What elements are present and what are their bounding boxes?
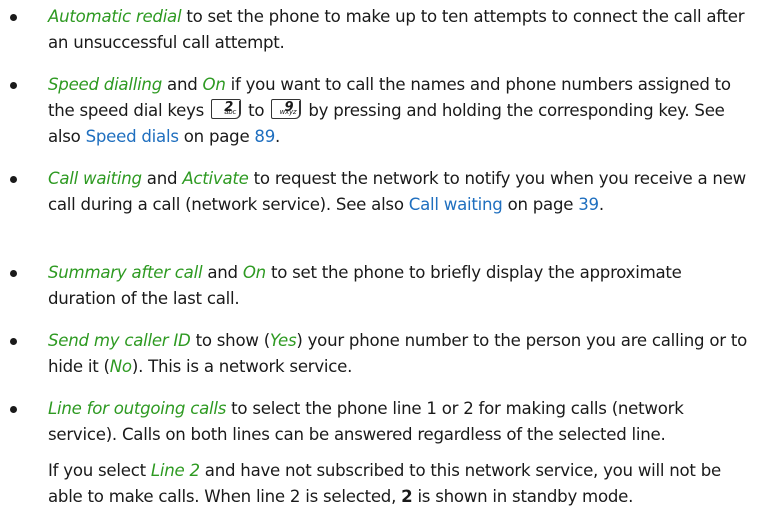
menu-term: Automatic redial <box>48 7 182 26</box>
option-term: On <box>202 75 226 94</box>
list-item-speed-dialling: Speed dialling and On if you want to cal… <box>10 72 753 150</box>
bullet <box>10 176 17 183</box>
menu-term: Send my caller ID <box>48 331 191 350</box>
key-9-icon: 9 wxyz <box>271 99 302 119</box>
menu-term: Call waiting <box>48 169 142 188</box>
bullet <box>10 14 17 21</box>
list-item-summary-after-call: Summary after call and On to set the pho… <box>10 260 753 312</box>
option-line-2: Line 2 <box>150 461 200 480</box>
item-text: ). This is a network service. <box>131 357 353 376</box>
bullet <box>10 82 17 89</box>
line-indicator: 2 <box>401 487 413 506</box>
list-item-line-for-outgoing-calls: Line for outgoing calls to select the ph… <box>10 396 753 510</box>
list-item-call-waiting: Call waiting and Activate to request the… <box>10 166 753 218</box>
key-2-icon: 2 abc <box>211 99 242 119</box>
document-page: Automatic redial to set the phone to mak… <box>0 0 761 516</box>
bullet <box>10 406 17 413</box>
option-no: No <box>109 357 132 376</box>
bullet <box>10 270 17 277</box>
option-term: On <box>242 263 266 282</box>
item-text: . <box>275 127 281 146</box>
item-text: and <box>202 263 243 282</box>
list-item-automatic-redial: Automatic redial to set the phone to mak… <box>10 4 753 56</box>
link-speed-dials[interactable]: Speed dials <box>86 127 179 146</box>
item-text: on page <box>178 127 255 146</box>
item-text: and <box>141 169 183 188</box>
item-text: and <box>162 75 203 94</box>
item-text: If you select <box>48 461 151 480</box>
item-text: to show ( <box>190 331 271 350</box>
menu-term: Line for outgoing calls <box>48 399 227 418</box>
option-term: Activate <box>182 169 249 188</box>
item-text: . <box>598 195 604 214</box>
item-text: on page <box>502 195 579 214</box>
link-call-waiting[interactable]: Call waiting <box>409 195 503 214</box>
item-text: to <box>243 101 270 120</box>
link-page-89[interactable]: 89 <box>254 127 275 146</box>
item-text: is shown in standby mode. <box>412 487 634 506</box>
menu-term: Speed dialling <box>48 75 162 94</box>
bullet <box>10 338 17 345</box>
sub-paragraph: If you select Line 2 and have not subscr… <box>48 458 753 510</box>
list-item-send-my-caller-id: Send my caller ID to show (Yes) your pho… <box>10 328 753 380</box>
menu-term: Summary after call <box>48 263 203 282</box>
link-page-39[interactable]: 39 <box>578 195 599 214</box>
option-yes: Yes <box>269 331 297 350</box>
